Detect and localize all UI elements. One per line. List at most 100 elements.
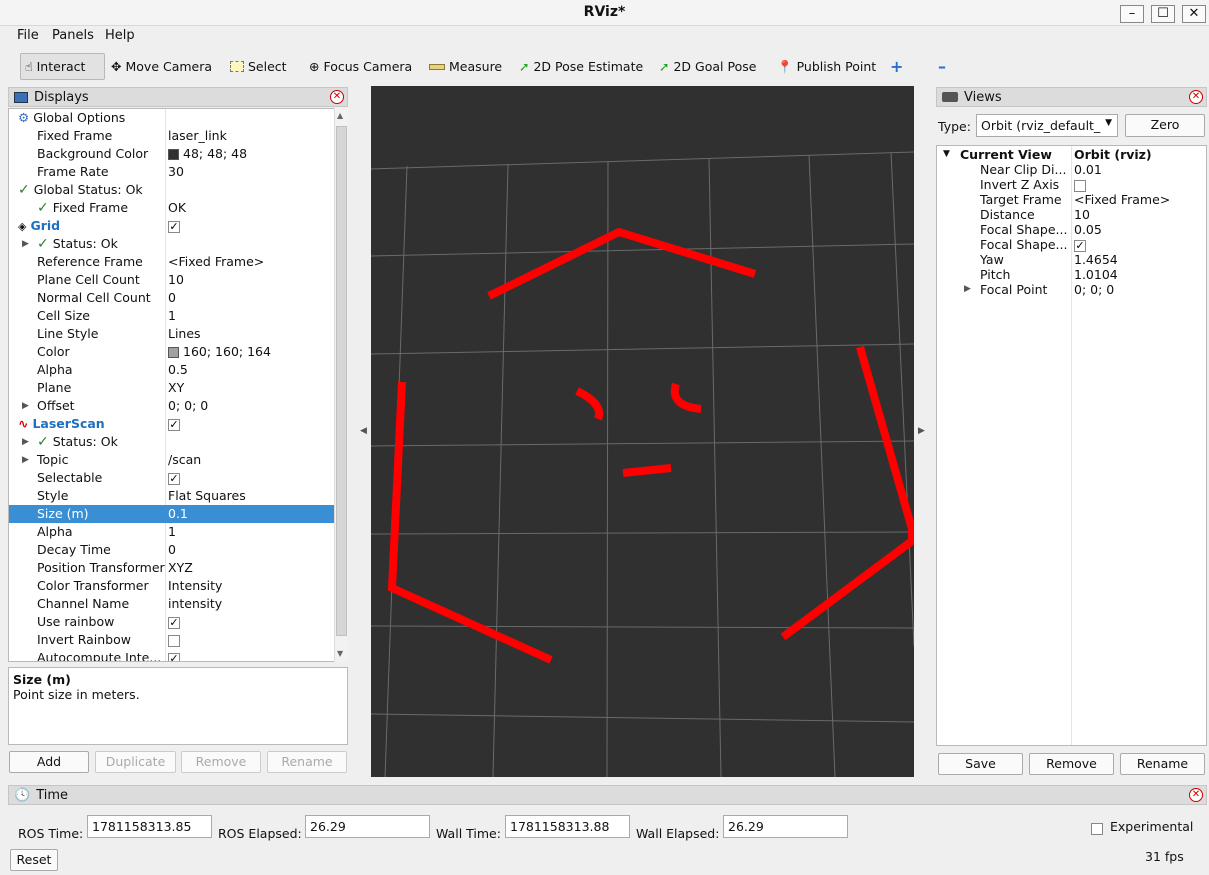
- menu-panels[interactable]: Panels: [52, 28, 94, 43]
- select-tool-button[interactable]: Select: [226, 53, 291, 80]
- laserscan-enabled-checkbox[interactable]: ✓: [168, 418, 180, 431]
- tree-row-invert-rainbow[interactable]: Invert Rainbow: [9, 631, 335, 649]
- invert-rainbow-checkbox[interactable]: [168, 634, 180, 647]
- tree-row-normal-cell-count[interactable]: Normal Cell Count 0: [9, 289, 335, 307]
- expand-arrow-icon[interactable]: ▶: [964, 282, 971, 297]
- expand-arrow-icon[interactable]: ▶: [22, 433, 29, 451]
- tree-row-line-style[interactable]: Line Style Lines: [9, 325, 335, 343]
- row-value[interactable]: 10: [168, 271, 184, 289]
- row-value[interactable]: 48; 48; 48: [183, 146, 247, 161]
- tree-row-size-selected[interactable]: Size (m) 0.1: [9, 505, 335, 523]
- tree-row-reference-frame[interactable]: Reference Frame <Fixed Frame>: [9, 253, 335, 271]
- close-icon[interactable]: ✕: [330, 90, 344, 104]
- row-value[interactable]: 1: [168, 307, 176, 325]
- tree-row-channel-name[interactable]: Channel Name intensity: [9, 595, 335, 613]
- duplicate-display-button[interactable]: Duplicate: [95, 751, 176, 773]
- tree-row-background-color[interactable]: Background Color 48; 48; 48: [9, 145, 335, 163]
- row-value[interactable]: XY: [168, 379, 184, 397]
- displays-tree[interactable]: ⚙ Global Options Fixed Frame laser_link …: [8, 108, 348, 662]
- rename-display-button[interactable]: Rename: [267, 751, 347, 773]
- publish-point-tool-button[interactable]: 📍 Publish Point: [773, 53, 880, 80]
- ros-elapsed-field[interactable]: 26.29: [305, 815, 430, 838]
- tree-row-laserscan[interactable]: ∿ LaserScan ✓: [9, 415, 335, 433]
- row-value[interactable]: 0; 0; 0: [168, 397, 208, 415]
- focal-shape-checkbox[interactable]: ✓: [1074, 239, 1086, 252]
- scroll-up-icon[interactable]: ▲: [337, 111, 343, 120]
- row-value[interactable]: 0.05: [1074, 222, 1102, 237]
- minimize-button[interactable]: –: [1120, 5, 1144, 23]
- tree-row-alpha[interactable]: Alpha 0.5: [9, 361, 335, 379]
- close-icon[interactable]: ✕: [1189, 90, 1203, 104]
- measure-tool-button[interactable]: Measure: [425, 53, 506, 80]
- remove-display-button[interactable]: Remove: [181, 751, 261, 773]
- close-window-button[interactable]: ✕: [1182, 5, 1206, 23]
- ros-time-field[interactable]: 1781158313.85: [87, 815, 212, 838]
- views-tree[interactable]: ▼ Current View Orbit (rviz) Near Clip Di…: [936, 145, 1207, 746]
- expand-arrow-icon[interactable]: ▶: [22, 397, 29, 415]
- row-value[interactable]: intensity: [168, 595, 222, 613]
- view-row-focal-point[interactable]: ▶ Focal Point 0; 0; 0: [937, 282, 1206, 297]
- view-row-target-frame[interactable]: Target Frame <Fixed Frame>: [937, 192, 1206, 207]
- row-value[interactable]: 10: [1074, 207, 1090, 222]
- row-value[interactable]: 1.4654: [1074, 252, 1118, 267]
- tree-row-grid-status[interactable]: ▶ ✓ Status: Ok: [9, 235, 335, 253]
- scrollbar-thumb[interactable]: [336, 126, 347, 636]
- view-row-invert-z[interactable]: Invert Z Axis: [937, 177, 1206, 192]
- view-row-near-clip[interactable]: Near Clip Di... 0.01: [937, 162, 1206, 177]
- row-value[interactable]: 0: [168, 541, 176, 559]
- pose-estimate-tool-button[interactable]: ➚ 2D Pose Estimate: [515, 53, 647, 80]
- tree-row-cell-size[interactable]: Cell Size 1: [9, 307, 335, 325]
- tree-row-autocompute[interactable]: Autocompute Inte... ✓: [9, 649, 335, 661]
- viewport-scene[interactable]: [370, 86, 916, 778]
- tree-row-selectable[interactable]: Selectable ✓: [9, 469, 335, 487]
- tree-row-plane[interactable]: Plane XY: [9, 379, 335, 397]
- row-value[interactable]: Intensity: [168, 577, 222, 595]
- view-type-select[interactable]: Orbit (rviz_default_ ▼: [976, 114, 1118, 137]
- save-view-button[interactable]: Save: [938, 753, 1023, 775]
- row-value[interactable]: 0; 0; 0: [1074, 282, 1114, 297]
- scroll-down-icon[interactable]: ▼: [337, 649, 343, 658]
- color-swatch[interactable]: [168, 149, 179, 160]
- remove-tool-button[interactable]: –: [934, 53, 950, 80]
- add-display-button[interactable]: Add: [9, 751, 89, 773]
- invert-z-checkbox[interactable]: [1074, 179, 1086, 192]
- goal-pose-tool-button[interactable]: ➚ 2D Goal Pose: [655, 53, 760, 80]
- tree-row-global-options[interactable]: ⚙ Global Options: [9, 109, 335, 127]
- row-value[interactable]: XYZ: [168, 559, 193, 577]
- experimental-checkbox[interactable]: [1091, 820, 1103, 835]
- expand-arrow-icon[interactable]: ▶: [22, 451, 29, 469]
- row-value[interactable]: 160; 160; 164: [183, 344, 271, 359]
- wall-time-field[interactable]: 1781158313.88: [505, 815, 630, 838]
- row-value[interactable]: <Fixed Frame>: [168, 253, 264, 271]
- add-tool-button[interactable]: +: [886, 53, 907, 80]
- row-value[interactable]: Flat Squares: [168, 487, 246, 505]
- view-row-yaw[interactable]: Yaw 1.4654: [937, 252, 1206, 267]
- view-row-pitch[interactable]: Pitch 1.0104: [937, 267, 1206, 282]
- tree-row-fixed-frame[interactable]: Fixed Frame laser_link: [9, 127, 335, 145]
- tree-row-decay-time[interactable]: Decay Time 0: [9, 541, 335, 559]
- close-icon[interactable]: ✕: [1189, 788, 1203, 802]
- view-row-focal-shape-fixed[interactable]: Focal Shape... ✓: [937, 237, 1206, 252]
- tree-row-fixed-frame-status[interactable]: ✓ Fixed Frame OK: [9, 199, 335, 217]
- tree-row-global-status[interactable]: ✓ Global Status: Ok: [9, 181, 335, 199]
- use-rainbow-checkbox[interactable]: ✓: [168, 616, 180, 629]
- autocompute-checkbox[interactable]: ✓: [168, 652, 180, 661]
- current-view-row[interactable]: ▼ Current View Orbit (rviz): [937, 147, 1206, 162]
- tree-row-plane-cell-count[interactable]: Plane Cell Count 10: [9, 271, 335, 289]
- tree-row-laserscan-status[interactable]: ▶ ✓ Status: Ok: [9, 433, 335, 451]
- selectable-checkbox[interactable]: ✓: [168, 472, 180, 485]
- row-value[interactable]: 0.01: [1074, 162, 1102, 177]
- tree-row-offset[interactable]: ▶ Offset 0; 0; 0: [9, 397, 335, 415]
- render-viewport[interactable]: [370, 86, 916, 778]
- wall-elapsed-field[interactable]: 26.29: [723, 815, 848, 838]
- menu-file[interactable]: File: [17, 28, 39, 43]
- color-swatch[interactable]: [168, 347, 179, 358]
- tree-row-grid[interactable]: ◈ Grid ✓: [9, 217, 335, 235]
- maximize-button[interactable]: ☐: [1151, 5, 1175, 23]
- remove-view-button[interactable]: Remove: [1029, 753, 1114, 775]
- interact-tool-button[interactable]: ☝ Interact: [20, 53, 105, 80]
- displays-scrollbar[interactable]: ▲ ▼: [334, 108, 348, 662]
- collapse-left-icon[interactable]: ◀: [360, 426, 367, 436]
- tree-row-position-transformer[interactable]: Position Transformer XYZ: [9, 559, 335, 577]
- row-value[interactable]: 30: [168, 163, 184, 181]
